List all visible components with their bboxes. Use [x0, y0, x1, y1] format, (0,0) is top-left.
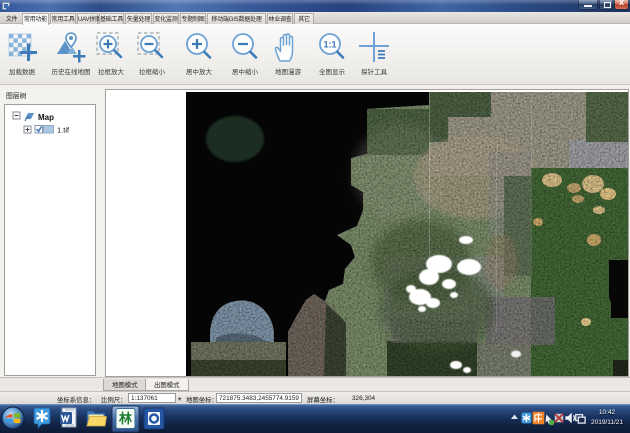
svg-text:1:1: 1:1 — [323, 40, 336, 50]
svg-text:Map: Map — [38, 113, 54, 122]
svg-text:1.tif: 1.tif — [57, 126, 70, 135]
svg-text:林: 林 — [119, 411, 132, 426]
